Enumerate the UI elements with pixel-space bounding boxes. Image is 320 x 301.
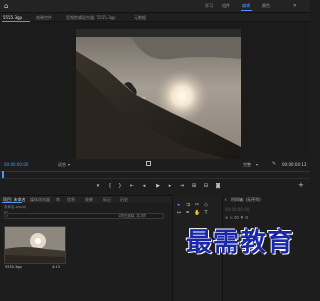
step-forward-frame-icon[interactable]: ▸ — [166, 183, 174, 189]
tab-libraries[interactable]: 库 — [56, 197, 60, 202]
current-timecode[interactable]: 00:00:00:00 — [4, 162, 28, 167]
mark-in-icon[interactable]: ▾ — [94, 183, 102, 189]
chevron-down-icon[interactable]: ▾ — [68, 162, 70, 167]
settings-frame-icon[interactable] — [146, 161, 151, 166]
wrench-icon[interactable]: ✎ — [272, 161, 276, 167]
tab-audio-clip-mixer[interactable]: 音频剪辑混合器: 5555.3gp — [66, 15, 116, 21]
tab-effect-controls[interactable]: 效果控件 — [36, 15, 52, 21]
watermark-logo: 最需教育 — [186, 228, 295, 258]
timeline-tools[interactable]: ⊕ ⊖ ⌧ ⚑ ⚙ — [225, 215, 249, 220]
slip-tool-icon[interactable]: ↔ — [176, 210, 182, 216]
video-frame-image — [76, 29, 241, 159]
tab-history[interactable]: 历史 — [120, 197, 128, 202]
workspace-tab-learn[interactable]: 学习 — [205, 3, 213, 9]
tab-effects[interactable]: 效果 — [85, 197, 93, 202]
razor-tool-icon[interactable]: ◇ — [203, 202, 209, 208]
scrub-track[interactable] — [0, 178, 310, 179]
plus-icon[interactable]: + — [298, 182, 304, 189]
hand-tool-icon[interactable]: ✋ — [194, 210, 200, 216]
resolution-select[interactable]: 完整 — [243, 162, 251, 168]
more-icon[interactable]: » — [293, 3, 297, 9]
go-to-out-icon[interactable]: ⇥ — [178, 183, 186, 189]
timeline-timecode[interactable]: 00:00:00:00 — [225, 207, 249, 212]
tab-media-browser[interactable]: 媒体浏览器 — [30, 197, 50, 202]
search-icon[interactable]: ⌕ — [6, 213, 8, 219]
tab-markers[interactable]: 标记 — [103, 197, 111, 202]
clip-name[interactable]: 5555.3gp — [5, 265, 22, 269]
zoom-fit-select[interactable]: 适合 — [58, 162, 66, 168]
video-frame[interactable] — [76, 29, 241, 159]
go-to-in-icon[interactable]: } — [116, 183, 124, 189]
playhead[interactable] — [2, 171, 4, 178]
timeline-title: 时间轴: (无序列) — [231, 197, 261, 202]
close-icon[interactable]: × — [224, 197, 227, 202]
ripple-edit-tool-icon[interactable]: ✂ — [194, 202, 200, 208]
selection-tool-icon[interactable]: ▸ — [176, 202, 182, 208]
workspace-tab-editing[interactable]: 编辑 — [242, 3, 250, 9]
workspace-tab-assembly[interactable]: 组件 — [222, 3, 230, 9]
item-count: 1项已选择, 共1项 — [118, 214, 146, 218]
active-tab-indicator — [2, 202, 22, 203]
active-workspace-indicator — [241, 10, 252, 11]
home-icon[interactable]: ⌂ — [4, 3, 11, 10]
pen-tool-icon[interactable]: ✒ — [185, 210, 191, 216]
clip-duration: 4:13 — [52, 265, 60, 269]
type-tool-icon[interactable]: T — [203, 210, 209, 216]
play-icon[interactable]: ▶ — [154, 183, 162, 189]
tab-info[interactable]: 信息 — [67, 197, 75, 202]
step-back-icon[interactable]: ⇤ — [128, 183, 136, 189]
clip-thumbnail-image — [5, 227, 65, 263]
duration-timecode: 00:00:04:13 — [282, 162, 307, 167]
step-back-frame-icon[interactable]: ◂ — [140, 183, 148, 189]
workspace-tab-color[interactable]: 颜色 — [262, 3, 270, 9]
export-frame-icon[interactable]: ◙ — [214, 183, 222, 189]
chevron-down-icon[interactable]: ▾ — [256, 162, 258, 167]
overwrite-icon[interactable]: ⊟ — [202, 183, 210, 189]
mark-out-icon[interactable]: { — [106, 183, 114, 189]
clip-thumbnail[interactable] — [4, 226, 66, 264]
insert-icon[interactable]: ⊞ — [190, 183, 198, 189]
tab-metadata[interactable]: 元数据 — [134, 15, 146, 21]
track-select-tool-icon[interactable]: ⇉ — [185, 202, 191, 208]
